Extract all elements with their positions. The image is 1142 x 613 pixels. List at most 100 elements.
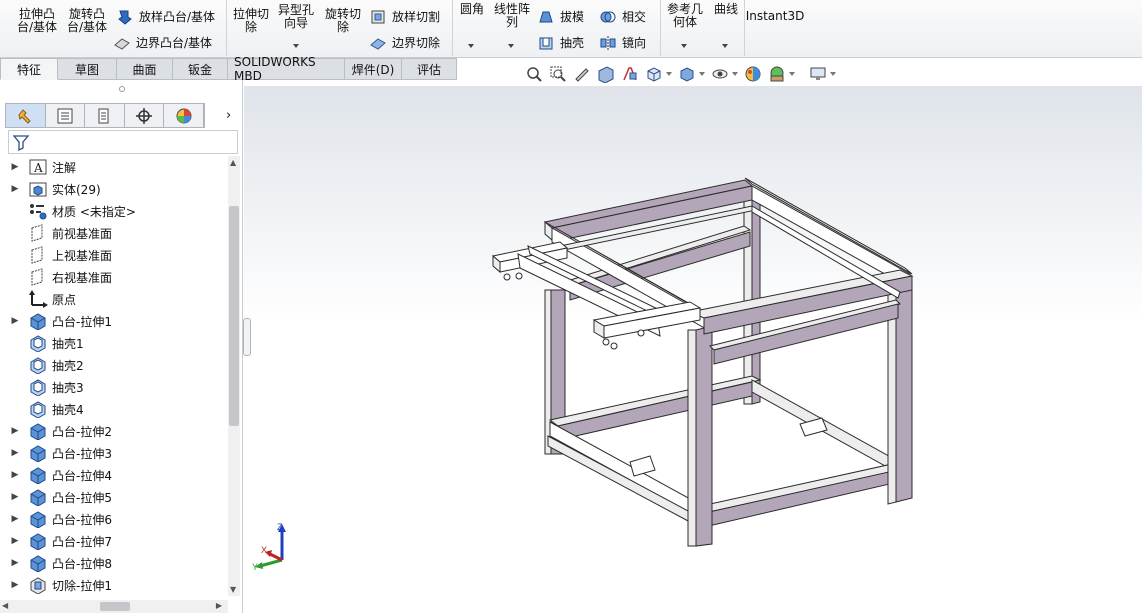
tree-item[interactable]: 原点 <box>8 288 228 310</box>
extrude-cut-button[interactable]: 拉伸切 除 <box>229 8 273 34</box>
tab-evaluate[interactable]: 评估 <box>402 58 457 80</box>
filter-icon[interactable] <box>12 133 30 151</box>
graphics-area[interactable]: .L{fill:#ededed;stroke:#2b2b2b;stroke-wi… <box>244 86 1142 613</box>
tree-item[interactable]: 抽壳4 <box>8 398 228 420</box>
hole-wizard-button[interactable]: 异型孔 向导 <box>273 4 319 30</box>
zoom-to-area-icon[interactable] <box>549 65 567 83</box>
display-style-dropdown-icon[interactable] <box>699 72 705 76</box>
tab-mbd[interactable]: SOLIDWORKS MBD <box>228 55 345 83</box>
view-orientation-dropdown-icon[interactable] <box>666 72 672 76</box>
hide-show-dropdown-icon[interactable] <box>732 72 738 76</box>
section-view-icon[interactable] <box>597 65 615 83</box>
curves-dropdown-icon[interactable] <box>722 44 728 48</box>
tabs-next-icon[interactable]: › <box>226 108 231 123</box>
tree-item[interactable]: ▶ 凸台-拉伸6 <box>8 508 228 530</box>
swept-boss-button[interactable]: 放样凸台/基体 <box>116 8 215 25</box>
boundary-boss-button[interactable]: 边界凸台/基体 <box>113 34 212 51</box>
tree-item[interactable]: 右视基准面 <box>8 266 228 288</box>
extrude-boss-button[interactable]: 拉伸凸 台/基体 <box>12 8 62 34</box>
expand-arrow-icon[interactable]: ▶ <box>8 162 22 172</box>
displaymanager-tab[interactable] <box>164 104 204 127</box>
expand-arrow-icon[interactable]: ▶ <box>8 580 22 590</box>
command-manager-tabs: 特征 草图 曲面 钣金 SOLIDWORKS MBD 焊件(D) 评估 <box>0 55 457 83</box>
zoom-to-fit-icon[interactable] <box>525 65 543 83</box>
tree-item[interactable]: ▶ 凸台-拉伸7 <box>8 530 228 552</box>
tree-item[interactable]: 抽壳1 <box>8 332 228 354</box>
tree-filter[interactable] <box>8 130 238 154</box>
tree-vertical-scrollbar[interactable]: ▲ ▼ <box>228 156 240 596</box>
tree-item[interactable]: ▶ 凸台-拉伸8 <box>8 552 228 574</box>
tree-item[interactable]: 抽壳3 <box>8 376 228 398</box>
view-settings-dropdown-icon[interactable] <box>830 72 836 76</box>
tab-features[interactable]: 特征 <box>0 58 58 80</box>
expand-arrow-icon[interactable]: ▶ <box>8 426 22 436</box>
tree-item[interactable]: ▶ 切除-拉伸1 <box>8 574 228 596</box>
reference-geometry-button[interactable]: 参考几 何体 <box>664 3 706 29</box>
expand-arrow-icon[interactable]: ▶ <box>8 514 22 524</box>
extrude-icon <box>28 422 48 441</box>
tree-item[interactable]: ▶ 凸台-拉伸4 <box>8 464 228 486</box>
apply-scene-dropdown-icon[interactable] <box>789 72 795 76</box>
mirror-button[interactable]: 镜向 <box>599 34 646 51</box>
expand-arrow-icon[interactable]: ▶ <box>8 536 22 546</box>
scroll-down-icon[interactable]: ▼ <box>230 585 236 594</box>
swept-cut-button[interactable]: 放样切割 <box>369 8 440 25</box>
expand-arrow-icon[interactable]: ▶ <box>8 184 22 194</box>
instant3d-button[interactable]: Instant3D <box>746 10 805 23</box>
reference-geometry-dropdown-icon[interactable] <box>681 44 687 48</box>
tree-item[interactable]: ▶ 凸台-拉伸5 <box>8 486 228 508</box>
tree-item[interactable]: ▶ 凸台-拉伸2 <box>8 420 228 442</box>
tree-item[interactable]: ▶ 实体(29) <box>8 178 228 200</box>
tab-surfaces[interactable]: 曲面 <box>117 58 173 80</box>
draft-button[interactable]: 拔模 <box>537 8 584 25</box>
expand-arrow-icon[interactable]: ▶ <box>8 316 22 326</box>
panel-grip-icon[interactable] <box>119 86 125 92</box>
intersect-button[interactable]: 相交 <box>599 8 646 25</box>
fillet-button[interactable]: 圆角 <box>456 3 488 16</box>
scroll-left-icon[interactable]: ◀ <box>2 601 8 610</box>
curves-button[interactable]: 曲线 <box>708 3 744 16</box>
expand-arrow-icon[interactable]: ▶ <box>8 558 22 568</box>
tab-weldments[interactable]: 焊件(D) <box>345 58 402 80</box>
svg-text:A: A <box>33 161 43 175</box>
dynamic-annotation-icon[interactable] <box>621 65 639 83</box>
tree-scroll-thumb[interactable] <box>229 206 239 426</box>
frame-model[interactable]: .L{fill:#ededed;stroke:#2b2b2b;stroke-wi… <box>244 86 1142 613</box>
display-style-icon[interactable] <box>678 65 696 83</box>
shell-button[interactable]: 抽壳 <box>537 34 584 51</box>
expand-arrow-icon[interactable]: ▶ <box>8 492 22 502</box>
boundary-cut-button[interactable]: 边界切除 <box>369 34 440 51</box>
tree-item[interactable]: ▶ 凸台-拉伸3 <box>8 442 228 464</box>
hide-show-items-icon[interactable] <box>711 65 729 83</box>
hole-wizard-dropdown-icon[interactable] <box>293 44 299 48</box>
tree-horizontal-scrollbar[interactable]: ◀ ▶ <box>0 600 228 613</box>
expand-arrow-icon[interactable]: ▶ <box>8 470 22 480</box>
revolve-cut-button[interactable]: 旋转切 除 <box>321 8 365 34</box>
scroll-right-icon[interactable]: ▶ <box>216 601 222 610</box>
apply-scene-icon[interactable] <box>768 65 786 83</box>
tree-item[interactable]: ▶ 凸台-拉伸1 <box>8 310 228 332</box>
tree-item[interactable]: 前视基准面 <box>8 222 228 244</box>
tree-item[interactable]: ▶ A 注解 <box>8 156 228 178</box>
linear-pattern-dropdown-icon[interactable] <box>508 44 514 48</box>
tab-sketch[interactable]: 草图 <box>58 58 117 80</box>
configurationmanager-tab[interactable] <box>85 104 125 127</box>
scroll-up-icon[interactable]: ▲ <box>230 158 236 167</box>
previous-view-icon[interactable] <box>573 65 591 83</box>
panel-splitter[interactable] <box>243 318 251 356</box>
expand-arrow-icon[interactable]: ▶ <box>8 448 22 458</box>
tree-item[interactable]: 上视基准面 <box>8 244 228 266</box>
propertymanager-tab[interactable] <box>45 104 86 127</box>
edit-appearance-icon[interactable] <box>744 65 762 83</box>
view-orientation-icon[interactable] <box>645 65 663 83</box>
view-settings-icon[interactable] <box>809 65 827 83</box>
tree-item[interactable]: 抽壳2 <box>8 354 228 376</box>
tree-hscroll-thumb[interactable] <box>100 602 130 611</box>
fillet-dropdown-icon[interactable] <box>468 44 474 48</box>
dimxpert-tab[interactable] <box>124 104 165 127</box>
tree-item[interactable]: 材质 <未指定> <box>8 200 228 222</box>
featuremanager-tab[interactable] <box>6 104 46 127</box>
tab-sheet-metal[interactable]: 钣金 <box>173 58 228 80</box>
linear-pattern-button[interactable]: 线性阵 列 <box>490 3 534 29</box>
revolve-boss-button[interactable]: 旋转凸 台/基体 <box>62 8 112 34</box>
